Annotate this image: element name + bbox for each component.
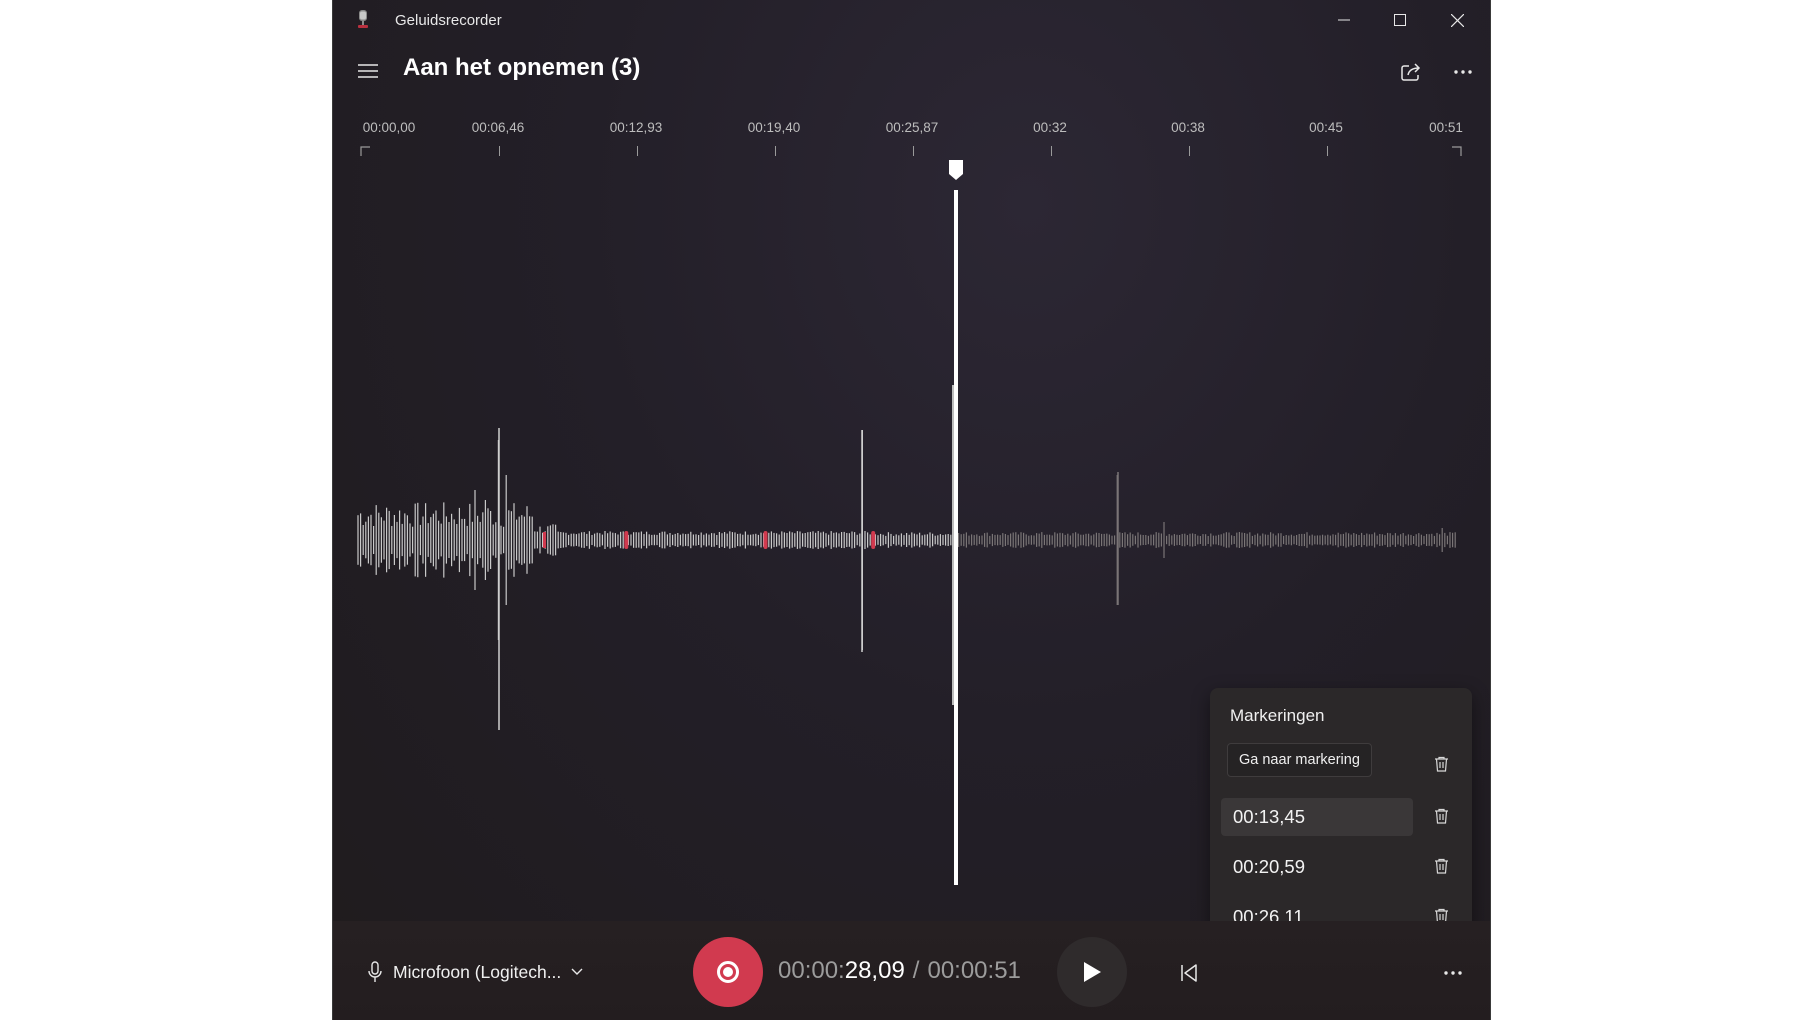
time-total: 00:00:51 bbox=[927, 957, 1021, 984]
tick-mark bbox=[775, 146, 776, 156]
microphone-app-icon bbox=[358, 10, 368, 28]
playhead-line bbox=[954, 190, 958, 885]
tick-mark bbox=[913, 146, 914, 156]
delete-marker-button[interactable] bbox=[1430, 855, 1452, 877]
title-bar: Geluidsrecorder bbox=[333, 0, 1490, 40]
trash-icon bbox=[1434, 808, 1448, 824]
time-current-prefix: 00:00: bbox=[778, 957, 845, 984]
app-title: Geluidsrecorder bbox=[395, 12, 502, 29]
more-icon bbox=[1454, 70, 1472, 74]
marker-item[interactable]: 00:20,59 bbox=[1221, 848, 1413, 886]
more-options-button[interactable] bbox=[1443, 54, 1483, 90]
minimize-icon bbox=[1338, 19, 1350, 21]
tick-label: 00:00,00 bbox=[362, 120, 416, 135]
time-display: 00:00:28,09 / 00:00:51 bbox=[778, 957, 1021, 985]
more-icon bbox=[1444, 971, 1462, 975]
more-options-button[interactable] bbox=[1433, 953, 1473, 993]
playhead-shadow bbox=[952, 385, 954, 705]
maximize-button[interactable] bbox=[1375, 6, 1425, 34]
page-header: Aan het opnemen (3) bbox=[333, 44, 1490, 100]
microphone-icon bbox=[368, 961, 382, 982]
marker-time: 00:20,59 bbox=[1233, 856, 1306, 877]
play-button[interactable] bbox=[1057, 937, 1127, 1007]
marker-time: 00:13,45 bbox=[1233, 806, 1306, 827]
tick-label: 00:45 bbox=[1309, 120, 1343, 135]
go-to-marker-tooltip: Ga naar markering bbox=[1227, 743, 1372, 777]
trash-icon bbox=[1434, 858, 1448, 874]
tick-mark bbox=[499, 146, 500, 156]
time-current: 28,09 bbox=[844, 957, 905, 984]
maximize-icon bbox=[1394, 14, 1406, 26]
tick-mark bbox=[1327, 146, 1328, 156]
close-icon bbox=[1450, 13, 1464, 27]
play-icon bbox=[1084, 962, 1101, 982]
share-button[interactable] bbox=[1391, 54, 1431, 90]
skip-to-start-button[interactable] bbox=[1169, 953, 1209, 993]
timeline-marker bbox=[871, 531, 876, 549]
tick-label: 00:25,87 bbox=[885, 120, 939, 135]
timeline-marker bbox=[543, 532, 546, 548]
page-title: Aan het opnemen (3) bbox=[403, 54, 641, 81]
tick-label: 00:19,40 bbox=[747, 120, 801, 135]
trash-icon bbox=[1434, 756, 1448, 772]
tick-label: 00:32 bbox=[1033, 120, 1067, 135]
record-button[interactable] bbox=[693, 937, 763, 1007]
timeline-marker bbox=[624, 531, 629, 549]
ruler-start-bracket bbox=[360, 146, 370, 156]
delete-marker-button[interactable] bbox=[1430, 753, 1452, 775]
tick-mark bbox=[1189, 146, 1190, 156]
markers-panel-title: Markeringen bbox=[1230, 706, 1325, 725]
timeline-ruler[interactable]: 00:00,00 00:06,46 00:12,93 00:19,40 00:2… bbox=[333, 110, 1490, 160]
recorder-window: Geluidsrecorder Aan het opnemen (3) 00:0… bbox=[333, 0, 1490, 1020]
hamburger-icon[interactable] bbox=[355, 60, 381, 82]
tick-label: 00:38 bbox=[1171, 120, 1205, 135]
marker-item[interactable]: 00:13,45 bbox=[1221, 798, 1413, 836]
record-icon bbox=[717, 961, 739, 983]
microphone-label: Microfoon (Logitech... bbox=[393, 961, 562, 982]
markers-panel: Markeringen Ga naar markering 00:13,45 0… bbox=[1210, 688, 1472, 946]
chevron-down-icon bbox=[571, 968, 583, 975]
playback-bar: Microfoon (Logitech... 00:00:28,09/00:00… bbox=[333, 921, 1490, 1020]
time-separator: / bbox=[912, 957, 920, 984]
share-icon bbox=[1401, 63, 1421, 81]
tick-label: 00:12,93 bbox=[609, 120, 663, 135]
tick-mark bbox=[1051, 146, 1052, 156]
close-button[interactable] bbox=[1432, 6, 1482, 34]
tick-label: 00:51 bbox=[1429, 120, 1463, 135]
microphone-selector[interactable]: Microfoon (Logitech... bbox=[367, 958, 583, 986]
skip-back-icon bbox=[1181, 964, 1197, 982]
ruler-end-bracket bbox=[1452, 146, 1462, 156]
playhead-handle bbox=[949, 160, 963, 180]
minimize-button[interactable] bbox=[1319, 6, 1369, 34]
delete-marker-button[interactable] bbox=[1430, 805, 1452, 827]
tick-label: 00:06,46 bbox=[471, 120, 525, 135]
tick-mark bbox=[637, 146, 638, 156]
timeline-marker bbox=[763, 531, 768, 549]
